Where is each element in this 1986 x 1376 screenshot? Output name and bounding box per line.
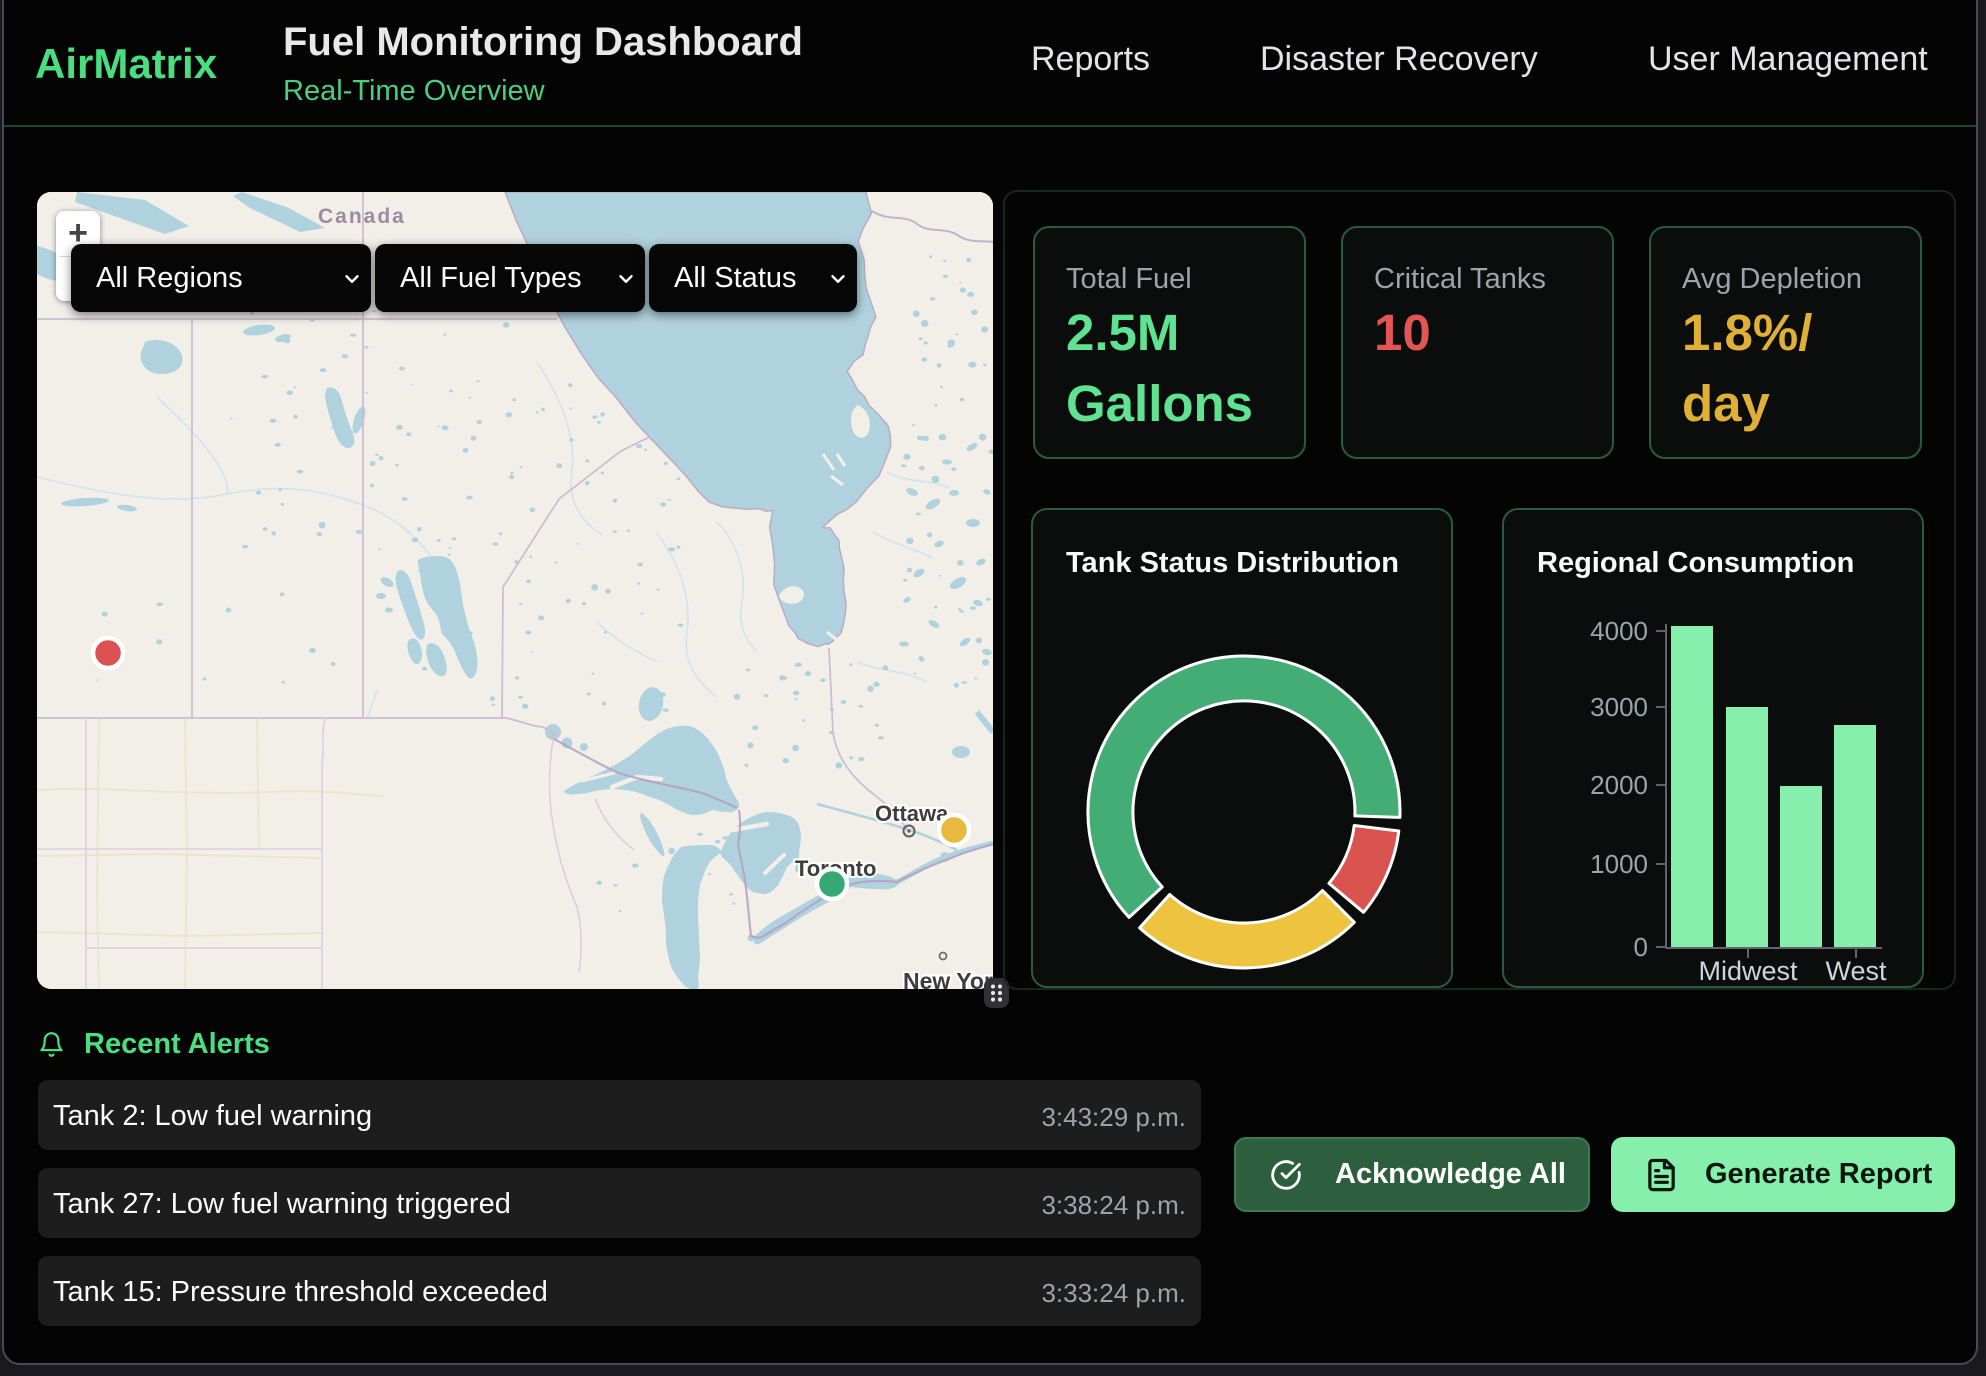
svg-text:New York: New York — [903, 968, 993, 989]
svg-text:2000: 2000 — [1590, 770, 1648, 800]
svg-text:Midwest: Midwest — [1698, 956, 1798, 986]
svg-text:0: 0 — [1634, 932, 1648, 962]
svg-text:1000: 1000 — [1590, 849, 1648, 879]
svg-text:3000: 3000 — [1590, 692, 1648, 722]
svg-text:4000: 4000 — [1590, 616, 1648, 646]
svg-text:West: West — [1825, 956, 1887, 986]
svg-text:Ottawa: Ottawa — [875, 801, 949, 826]
svg-text:Canada: Canada — [318, 205, 406, 228]
